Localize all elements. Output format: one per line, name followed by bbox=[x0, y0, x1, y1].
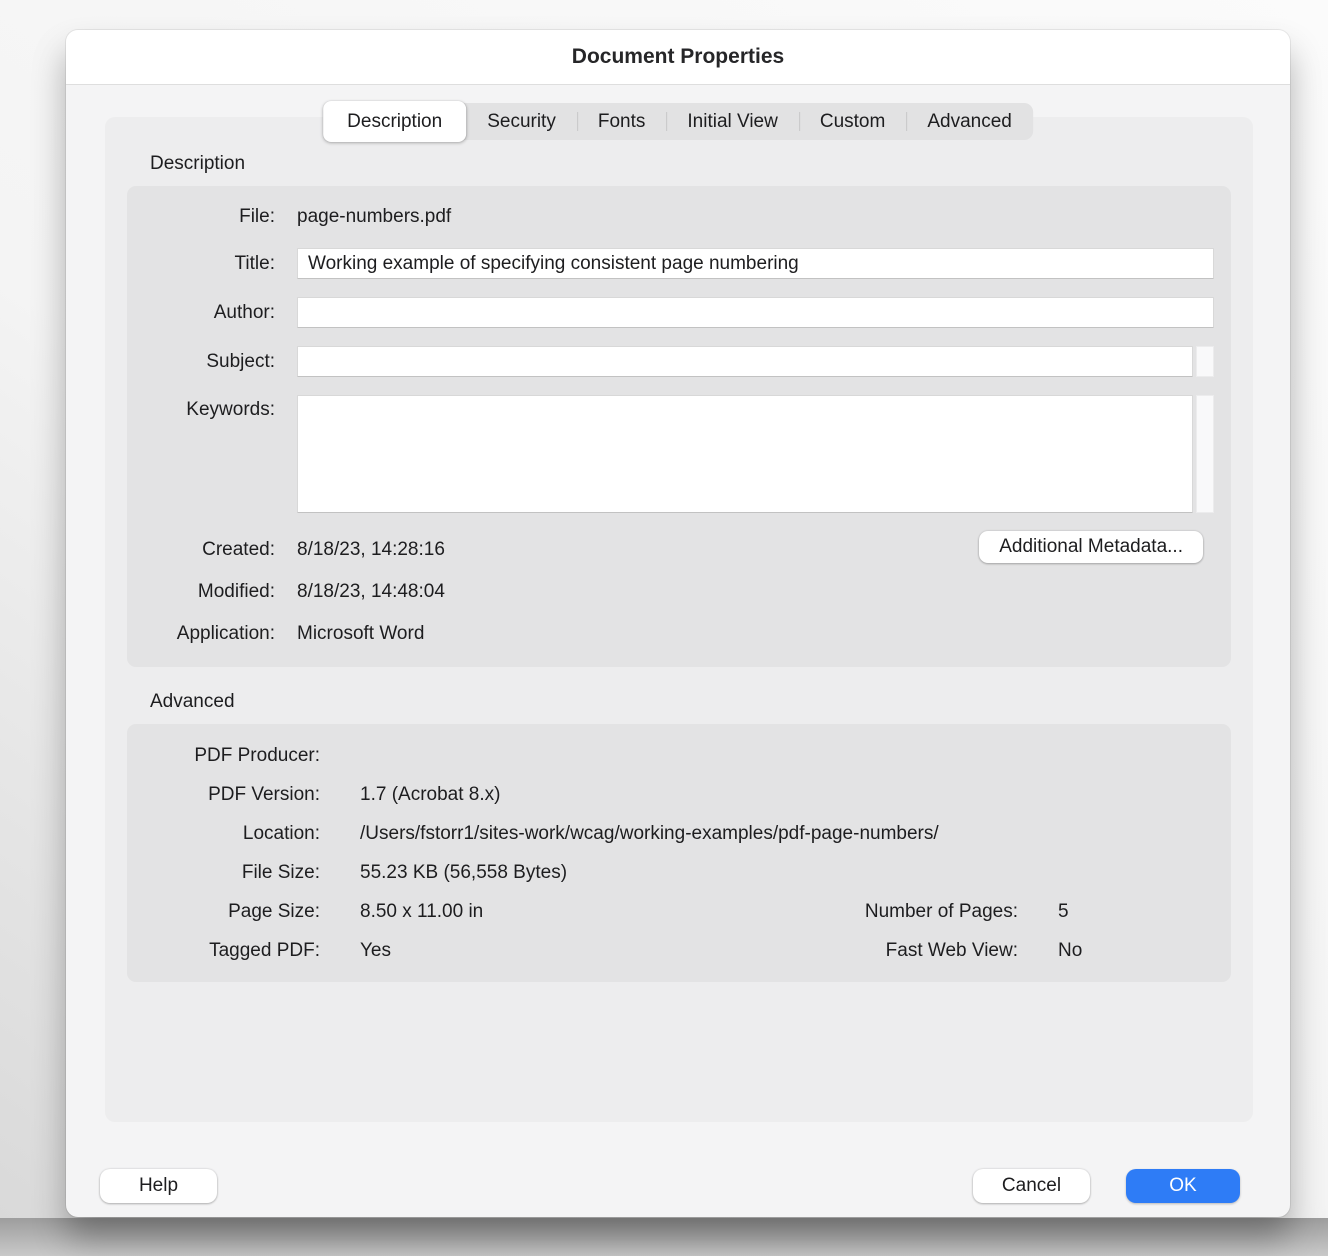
modified-row: Modified: 8/18/23, 14:48:04 bbox=[149, 576, 1214, 607]
title-label: Title: bbox=[149, 253, 275, 275]
tab-description[interactable]: Description bbox=[323, 101, 466, 142]
file-size-label: File Size: bbox=[149, 862, 320, 884]
page-size-value: 8.50 x 11.00 in bbox=[360, 901, 825, 923]
dialog-titlebar: Document Properties bbox=[66, 30, 1290, 85]
file-value: page-numbers.pdf bbox=[297, 206, 1214, 228]
author-label: Author: bbox=[149, 302, 275, 324]
help-button[interactable]: Help bbox=[100, 1169, 217, 1203]
subject-row: Subject: bbox=[149, 346, 1214, 377]
modified-label: Modified: bbox=[149, 581, 275, 603]
number-of-pages-label: Number of Pages: bbox=[865, 901, 1018, 923]
file-label: File: bbox=[149, 206, 275, 228]
advanced-section-heading: Advanced bbox=[150, 691, 1253, 713]
author-input[interactable] bbox=[297, 297, 1214, 328]
pdf-producer-row: PDF Producer: bbox=[149, 736, 1214, 775]
tab-security[interactable]: Security bbox=[466, 103, 577, 140]
application-value: Microsoft Word bbox=[297, 623, 1214, 645]
advanced-groupbox: PDF Producer: PDF Version: 1.7 (Acrobat … bbox=[127, 724, 1231, 982]
desktop-background-band bbox=[0, 1218, 1328, 1256]
fast-web-view-label: Fast Web View: bbox=[886, 940, 1018, 962]
location-label: Location: bbox=[149, 823, 320, 845]
page-size-row: Page Size: 8.50 x 11.00 in Number of Pag… bbox=[149, 892, 1214, 931]
tagged-pdf-label: Tagged PDF: bbox=[149, 940, 320, 962]
description-groupbox: File: page-numbers.pdf Title: Author: Su… bbox=[127, 186, 1231, 667]
subject-scrollbar-track[interactable] bbox=[1196, 346, 1214, 377]
pdf-producer-label: PDF Producer: bbox=[149, 745, 320, 767]
keywords-row: Keywords: bbox=[149, 395, 1214, 513]
file-row: File: page-numbers.pdf bbox=[149, 202, 1214, 232]
dialog-title: Document Properties bbox=[572, 45, 784, 69]
additional-metadata-button[interactable]: Additional Metadata... bbox=[979, 531, 1203, 563]
tagged-pdf-row: Tagged PDF: Yes Fast Web View: No bbox=[149, 931, 1214, 970]
cancel-button[interactable]: Cancel bbox=[973, 1169, 1090, 1203]
application-label: Application: bbox=[149, 623, 275, 645]
tab-initial-view[interactable]: Initial View bbox=[666, 103, 798, 140]
location-row: Location: /Users/fstorr1/sites-work/wcag… bbox=[149, 814, 1214, 853]
tab-fonts[interactable]: Fonts bbox=[577, 103, 667, 140]
modified-value: 8/18/23, 14:48:04 bbox=[297, 581, 1214, 603]
tab-custom[interactable]: Custom bbox=[799, 103, 906, 140]
keywords-label: Keywords: bbox=[149, 395, 275, 421]
pdf-version-label: PDF Version: bbox=[149, 784, 320, 806]
subject-input[interactable] bbox=[297, 346, 1193, 377]
ok-button[interactable]: OK bbox=[1126, 1169, 1240, 1203]
tab-advanced[interactable]: Advanced bbox=[906, 103, 1033, 140]
document-properties-dialog: Document Properties Description Security… bbox=[66, 30, 1290, 1217]
application-row: Application: Microsoft Word bbox=[149, 618, 1214, 649]
title-row: Title: bbox=[149, 248, 1214, 279]
created-label: Created: bbox=[149, 539, 275, 561]
pdf-version-value: 1.7 (Acrobat 8.x) bbox=[360, 784, 978, 806]
properties-tab-bar: Description Security Fonts Initial View … bbox=[323, 103, 1033, 140]
pdf-version-row: PDF Version: 1.7 (Acrobat 8.x) bbox=[149, 775, 1214, 814]
title-input[interactable] bbox=[297, 248, 1214, 279]
file-size-row: File Size: 55.23 KB (56,558 Bytes) bbox=[149, 853, 1214, 892]
keywords-textarea[interactable] bbox=[297, 395, 1193, 513]
number-of-pages-value: 5 bbox=[1058, 901, 1214, 923]
file-size-value: 55.23 KB (56,558 Bytes) bbox=[360, 862, 978, 884]
tab-content-panel: Description File: page-numbers.pdf Title… bbox=[105, 117, 1253, 1122]
subject-label: Subject: bbox=[149, 351, 275, 373]
description-section-heading: Description bbox=[150, 153, 1253, 175]
tagged-pdf-value: Yes bbox=[360, 940, 846, 962]
keywords-scrollbar-track[interactable] bbox=[1196, 395, 1214, 513]
page-size-label: Page Size: bbox=[149, 901, 320, 923]
fast-web-view-value: No bbox=[1058, 940, 1214, 962]
author-row: Author: bbox=[149, 297, 1214, 328]
location-value: /Users/fstorr1/sites-work/wcag/working-e… bbox=[360, 823, 978, 845]
